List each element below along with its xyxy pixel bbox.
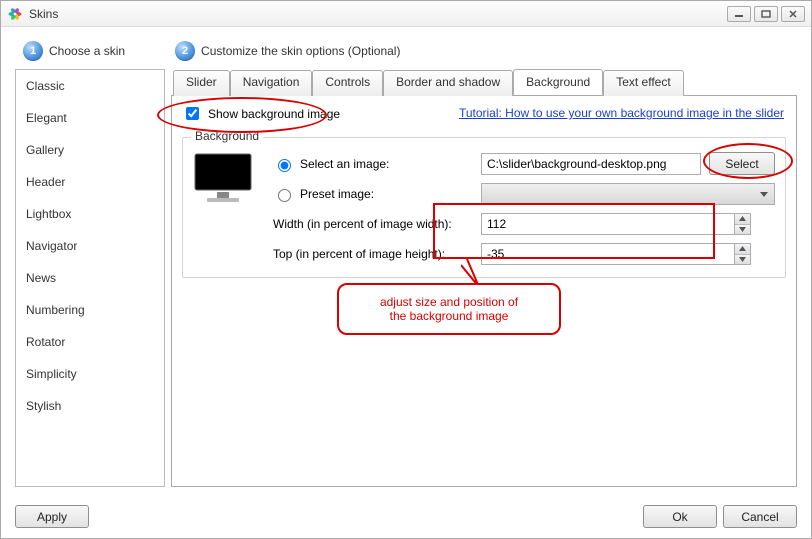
background-group: Background xyxy=(182,137,786,278)
sidebar-item-stylish[interactable]: Stylish xyxy=(16,390,164,422)
image-path-field[interactable] xyxy=(481,153,701,175)
tab-text-effect[interactable]: Text effect xyxy=(603,70,683,96)
maximize-button[interactable] xyxy=(754,6,778,22)
show-bg-checkbox[interactable] xyxy=(186,107,199,120)
window-title: Skins xyxy=(29,7,727,21)
skins-window: Skins 1 Choose a skin 2 Customize the sk… xyxy=(0,0,812,539)
top-input[interactable] xyxy=(481,243,734,265)
sidebar-item-lightbox[interactable]: Lightbox xyxy=(16,198,164,230)
sidebar-item-numbering[interactable]: Numbering xyxy=(16,294,164,326)
top-spin-up[interactable] xyxy=(735,244,750,255)
tab-slider[interactable]: Slider xyxy=(173,70,230,96)
sidebar-item-simplicity[interactable]: Simplicity xyxy=(16,358,164,390)
radio-select-label: Select an image: xyxy=(300,157,389,171)
radio-select-image[interactable]: Select an image: xyxy=(273,156,473,172)
right-pane: Slider Navigation Controls Border and sh… xyxy=(171,69,797,487)
radio-preset-label: Preset image: xyxy=(300,187,374,201)
tutorial-link[interactable]: Tutorial: How to use your own background… xyxy=(459,106,784,120)
width-spin-up[interactable] xyxy=(735,214,750,225)
width-spinner xyxy=(481,213,751,235)
sidebar-item-news[interactable]: News xyxy=(16,262,164,294)
steps-header: 1 Choose a skin 2 Customize the skin opt… xyxy=(15,41,797,61)
width-spin-down[interactable] xyxy=(735,225,750,235)
tab-panel-background: Show background image Tutorial: How to u… xyxy=(171,96,797,487)
show-bg-label: Show background image xyxy=(208,107,340,121)
ok-button[interactable]: Ok xyxy=(643,505,717,528)
cancel-button[interactable]: Cancel xyxy=(723,505,797,528)
titlebar: Skins xyxy=(1,1,811,27)
footer: Apply Ok Cancel xyxy=(15,505,797,528)
radio-select-input[interactable] xyxy=(278,159,291,172)
top-spin-buttons xyxy=(734,243,751,265)
minimize-button[interactable] xyxy=(727,6,751,22)
top-label: Top (in percent of image height): xyxy=(273,247,473,261)
skin-list: Classic Elegant Gallery Header Lightbox … xyxy=(15,69,165,487)
tab-background[interactable]: Background xyxy=(513,69,603,95)
tab-controls[interactable]: Controls xyxy=(312,70,383,96)
bg-grid: Select an image: Select Preset image: xyxy=(193,152,775,265)
tab-border-shadow[interactable]: Border and shadow xyxy=(383,70,513,96)
step-2-label: Customize the skin options (Optional) xyxy=(201,44,400,58)
step-2-badge: 2 xyxy=(175,41,195,61)
sidebar-item-classic[interactable]: Classic xyxy=(16,70,164,102)
body: Classic Elegant Gallery Header Lightbox … xyxy=(15,69,797,487)
apply-button[interactable]: Apply xyxy=(15,505,89,528)
sidebar-item-navigator[interactable]: Navigator xyxy=(16,230,164,262)
select-button[interactable]: Select xyxy=(709,152,775,175)
width-label: Width (in percent of image width): xyxy=(273,217,473,231)
sidebar-item-rotator[interactable]: Rotator xyxy=(16,326,164,358)
monitor-preview xyxy=(193,152,253,209)
top-spinner xyxy=(481,243,751,265)
radio-preset-input[interactable] xyxy=(278,189,291,202)
sidebar-item-elegant[interactable]: Elegant xyxy=(16,102,164,134)
tab-navigation[interactable]: Navigation xyxy=(230,70,313,96)
step-1: 1 Choose a skin xyxy=(23,41,125,61)
radio-preset-image[interactable]: Preset image: xyxy=(273,186,473,202)
step-1-badge: 1 xyxy=(23,41,43,61)
sidebar-item-header[interactable]: Header xyxy=(16,166,164,198)
window-controls xyxy=(727,6,805,22)
top-spin-down[interactable] xyxy=(735,255,750,265)
group-caption: Background xyxy=(191,129,263,143)
app-icon xyxy=(7,6,23,22)
close-button[interactable] xyxy=(781,6,805,22)
width-spin-buttons xyxy=(734,213,751,235)
preset-dropdown[interactable] xyxy=(481,183,775,205)
step-2: 2 Customize the skin options (Optional) xyxy=(175,41,400,61)
tabs: Slider Navigation Controls Border and sh… xyxy=(171,69,797,96)
width-input[interactable] xyxy=(481,213,734,235)
content: 1 Choose a skin 2 Customize the skin opt… xyxy=(1,27,811,538)
step-1-label: Choose a skin xyxy=(49,44,125,58)
sidebar-item-gallery[interactable]: Gallery xyxy=(16,134,164,166)
